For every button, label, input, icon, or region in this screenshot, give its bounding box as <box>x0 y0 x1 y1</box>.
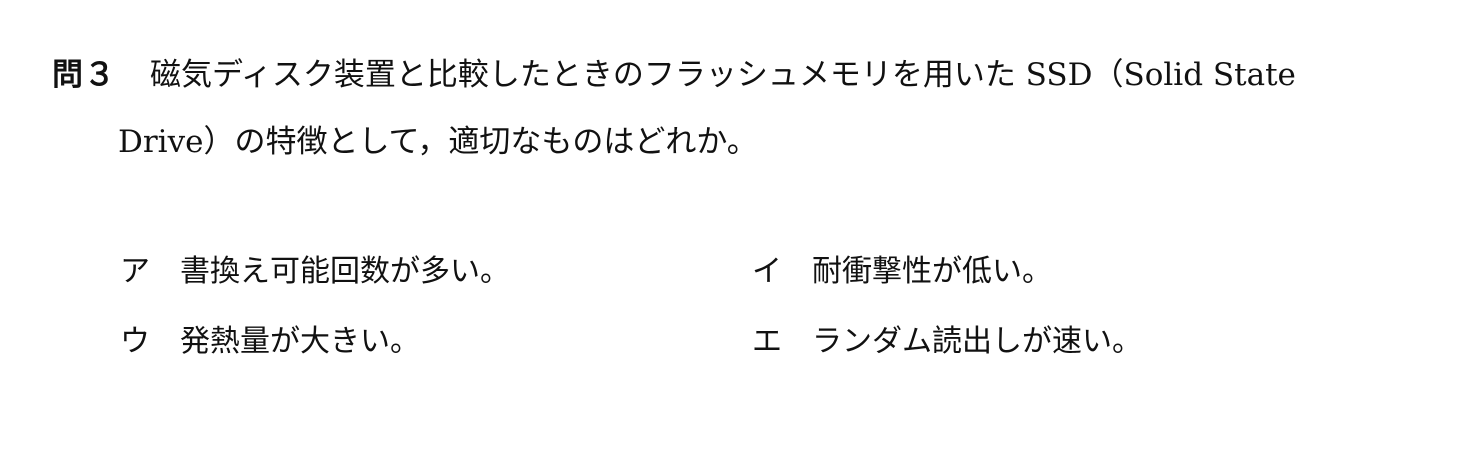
exam-question-page: 問３ 磁気ディスク装置と比較したときのフラッシュメモリを用いた SSD（Soli… <box>0 0 1462 457</box>
choice-text: 発熱量が大きい。 <box>180 324 420 359</box>
choice-text: 書換え可能回数が多い。 <box>180 254 510 289</box>
question-text-line-2: Drive）の特徴として，適切なものはどれか。 <box>118 124 758 160</box>
choice-u: ウ発熱量が大きい。 <box>120 322 420 362</box>
choice-text: 耐衝撃性が低い。 <box>812 254 1052 289</box>
choice-label: ア <box>120 254 150 289</box>
choice-i: イ耐衝撃性が低い。 <box>752 252 1052 292</box>
question-text-line-1: 磁気ディスク装置と比較したときのフラッシュメモリを用いた SSD（Solid S… <box>150 57 1296 93</box>
choice-a: ア書換え可能回数が多い。 <box>120 252 510 292</box>
choice-label: エ <box>752 324 782 359</box>
choice-text: ランダム読出しが速い。 <box>812 324 1142 359</box>
question-number: 問３ <box>52 57 116 93</box>
choice-e: エランダム読出しが速い。 <box>752 322 1142 362</box>
choice-label: ウ <box>120 324 150 359</box>
choice-label: イ <box>752 254 782 289</box>
